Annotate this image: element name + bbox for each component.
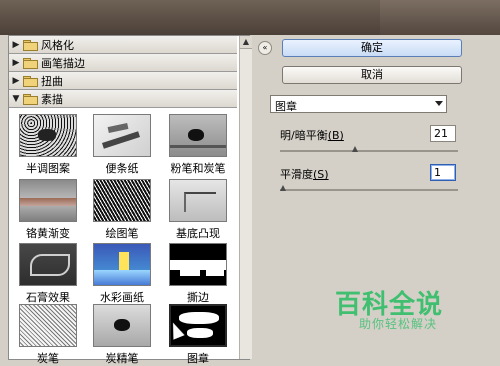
chevron-down-icon	[435, 101, 443, 106]
thumb-label: 水彩画纸	[100, 291, 144, 304]
thumb-chrome[interactable]: 铬黄渐变	[17, 179, 79, 241]
light-dark-balance-slider[interactable]	[280, 146, 458, 152]
smoothness-slider[interactable]	[280, 185, 458, 191]
thumb-halftone-pattern[interactable]: 半调图案	[17, 114, 79, 176]
smoothness-input[interactable]: 1	[430, 164, 456, 181]
collapse-icon[interactable]: «	[258, 41, 272, 55]
filter-select-value: 图章	[275, 100, 297, 113]
triangle-down-icon: ▼	[12, 93, 20, 104]
group-sketch[interactable]: ▼ 素描	[9, 90, 237, 108]
filter-gallery-panel: ▶ 风格化 ▶ 画笔描边 ▶ 扭曲 ▼ 素描 ▲ 半调图案 便条纸 粉笔和炭笔 …	[8, 35, 252, 365]
folder-icon	[23, 93, 38, 105]
smoothness-label: 平滑度(S)	[280, 168, 329, 181]
thumbnail-image	[93, 243, 151, 286]
thumbnail-image	[93, 304, 151, 347]
thumb-graphic-pen[interactable]: 绘图笔	[91, 179, 153, 241]
cancel-button[interactable]: 取消	[282, 66, 462, 84]
thumb-note-paper[interactable]: 便条纸	[91, 114, 153, 176]
thumb-torn-edges[interactable]: 撕边	[167, 243, 229, 305]
folder-icon	[23, 75, 38, 87]
ok-button[interactable]: 确定	[282, 39, 462, 57]
thumbnail-image	[93, 179, 151, 222]
thumbnail-image	[19, 243, 77, 286]
window-top-area	[0, 0, 500, 35]
thumb-label: 半调图案	[26, 162, 70, 175]
thumb-plaster[interactable]: 石膏效果	[17, 243, 79, 305]
thumb-charcoal[interactable]: 炭笔	[17, 304, 79, 366]
thumbnail-image	[169, 243, 227, 286]
thumb-label: 撕边	[187, 291, 209, 304]
vertical-scrollbar[interactable]: ▲	[239, 36, 252, 359]
thumb-water-paper[interactable]: 水彩画纸	[91, 243, 153, 305]
watermark-subtitle: 助你轻松解决	[359, 317, 438, 331]
thumb-label: 铬黄渐变	[26, 227, 70, 240]
thumbnail-image	[19, 304, 77, 347]
thumb-label: 基底凸现	[176, 227, 220, 240]
thumb-label: 炭笔	[37, 352, 59, 365]
folder-icon	[23, 57, 38, 69]
window-top-right	[380, 0, 500, 35]
group-label: 画笔描边	[41, 56, 85, 70]
thumb-label: 炭精笔	[105, 352, 139, 365]
group-stylize[interactable]: ▶ 风格化	[9, 36, 237, 54]
triangle-right-icon: ▶	[12, 57, 20, 68]
light-dark-balance-label: 明/暗平衡(B)	[280, 129, 344, 142]
thumb-conte-crayon[interactable]: 炭精笔	[91, 304, 153, 366]
thumbnail-image	[169, 179, 227, 222]
thumb-label: 石膏效果	[26, 291, 70, 304]
group-label: 风格化	[41, 38, 74, 52]
group-label: 素描	[41, 92, 63, 106]
folder-icon	[23, 39, 38, 51]
group-label: 扭曲	[41, 74, 63, 88]
triangle-right-icon: ▶	[12, 75, 20, 86]
thumb-label: 便条纸	[105, 162, 139, 175]
light-dark-balance-input[interactable]: 21	[430, 125, 456, 142]
filter-params: 图章 明/暗平衡(B) 21 平滑度(S) 1	[270, 95, 465, 213]
thumb-bas-relief[interactable]: 基底凸现	[167, 179, 229, 241]
slider-knob[interactable]	[352, 146, 358, 152]
thumbnail-image	[19, 114, 77, 157]
thumbnail-image	[169, 114, 227, 157]
filter-select[interactable]: 图章	[270, 95, 447, 113]
scroll-up-icon[interactable]: ▲	[240, 36, 252, 49]
thumb-label: 粉笔和炭笔	[170, 162, 226, 175]
thumb-label: 绘图笔	[105, 227, 139, 240]
thumb-chalk-charcoal[interactable]: 粉笔和炭笔	[167, 114, 229, 176]
slider-knob[interactable]	[280, 185, 286, 191]
group-distort[interactable]: ▶ 扭曲	[9, 72, 237, 90]
triangle-right-icon: ▶	[12, 39, 20, 50]
group-brush-strokes[interactable]: ▶ 画笔描边	[9, 54, 237, 72]
thumb-label: 图章	[187, 352, 209, 365]
thumbnail-image	[19, 179, 77, 222]
thumbnail-image	[93, 114, 151, 157]
